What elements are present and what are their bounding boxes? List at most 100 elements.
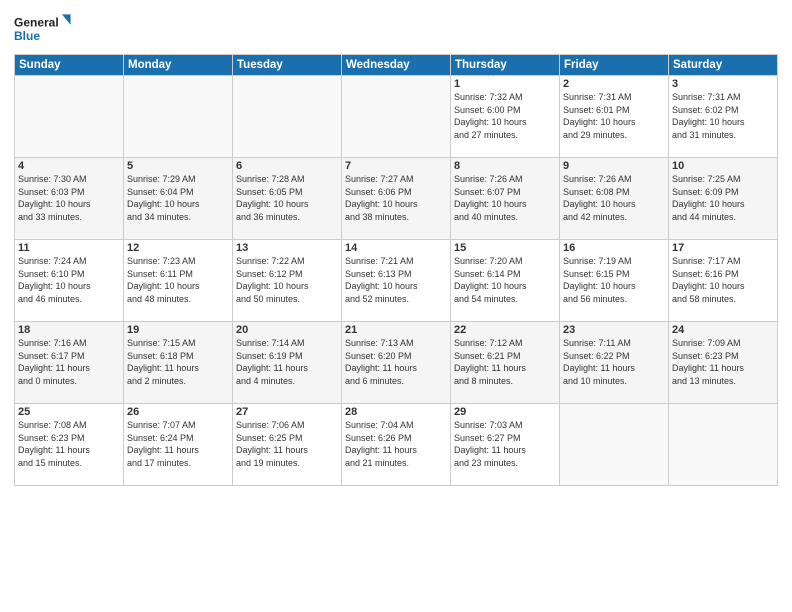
weekday-header-sunday: Sunday — [15, 55, 124, 76]
calendar-cell: 3Sunrise: 7:31 AM Sunset: 6:02 PM Daylig… — [669, 76, 778, 158]
day-info: Sunrise: 7:03 AM Sunset: 6:27 PM Dayligh… — [454, 419, 556, 469]
day-info: Sunrise: 7:28 AM Sunset: 6:05 PM Dayligh… — [236, 173, 338, 223]
calendar-cell: 1Sunrise: 7:32 AM Sunset: 6:00 PM Daylig… — [451, 76, 560, 158]
calendar-cell: 5Sunrise: 7:29 AM Sunset: 6:04 PM Daylig… — [124, 158, 233, 240]
day-info: Sunrise: 7:24 AM Sunset: 6:10 PM Dayligh… — [18, 255, 120, 305]
calendar-cell: 12Sunrise: 7:23 AM Sunset: 6:11 PM Dayli… — [124, 240, 233, 322]
calendar-cell: 26Sunrise: 7:07 AM Sunset: 6:24 PM Dayli… — [124, 404, 233, 486]
week-row-2: 4Sunrise: 7:30 AM Sunset: 6:03 PM Daylig… — [15, 158, 778, 240]
day-info: Sunrise: 7:31 AM Sunset: 6:01 PM Dayligh… — [563, 91, 665, 141]
calendar-cell: 23Sunrise: 7:11 AM Sunset: 6:22 PM Dayli… — [560, 322, 669, 404]
week-row-1: 1Sunrise: 7:32 AM Sunset: 6:00 PM Daylig… — [15, 76, 778, 158]
calendar-cell: 13Sunrise: 7:22 AM Sunset: 6:12 PM Dayli… — [233, 240, 342, 322]
calendar-cell: 8Sunrise: 7:26 AM Sunset: 6:07 PM Daylig… — [451, 158, 560, 240]
calendar-cell: 4Sunrise: 7:30 AM Sunset: 6:03 PM Daylig… — [15, 158, 124, 240]
calendar-cell: 7Sunrise: 7:27 AM Sunset: 6:06 PM Daylig… — [342, 158, 451, 240]
logo-svg: General Blue — [14, 10, 74, 48]
day-info: Sunrise: 7:32 AM Sunset: 6:00 PM Dayligh… — [454, 91, 556, 141]
calendar-cell: 14Sunrise: 7:21 AM Sunset: 6:13 PM Dayli… — [342, 240, 451, 322]
day-info: Sunrise: 7:08 AM Sunset: 6:23 PM Dayligh… — [18, 419, 120, 469]
calendar-cell: 28Sunrise: 7:04 AM Sunset: 6:26 PM Dayli… — [342, 404, 451, 486]
calendar-cell: 10Sunrise: 7:25 AM Sunset: 6:09 PM Dayli… — [669, 158, 778, 240]
day-number: 14 — [345, 242, 447, 254]
calendar-cell: 24Sunrise: 7:09 AM Sunset: 6:23 PM Dayli… — [669, 322, 778, 404]
day-number: 6 — [236, 160, 338, 172]
day-number: 1 — [454, 78, 556, 90]
svg-text:General: General — [14, 15, 59, 29]
calendar-cell: 15Sunrise: 7:20 AM Sunset: 6:14 PM Dayli… — [451, 240, 560, 322]
day-info: Sunrise: 7:22 AM Sunset: 6:12 PM Dayligh… — [236, 255, 338, 305]
calendar-cell: 6Sunrise: 7:28 AM Sunset: 6:05 PM Daylig… — [233, 158, 342, 240]
logo: General Blue — [14, 10, 74, 48]
calendar-cell: 29Sunrise: 7:03 AM Sunset: 6:27 PM Dayli… — [451, 404, 560, 486]
day-info: Sunrise: 7:15 AM Sunset: 6:18 PM Dayligh… — [127, 337, 229, 387]
day-number: 28 — [345, 406, 447, 418]
day-number: 26 — [127, 406, 229, 418]
day-number: 22 — [454, 324, 556, 336]
day-number: 27 — [236, 406, 338, 418]
weekday-header-thursday: Thursday — [451, 55, 560, 76]
calendar-cell: 9Sunrise: 7:26 AM Sunset: 6:08 PM Daylig… — [560, 158, 669, 240]
day-info: Sunrise: 7:06 AM Sunset: 6:25 PM Dayligh… — [236, 419, 338, 469]
day-info: Sunrise: 7:11 AM Sunset: 6:22 PM Dayligh… — [563, 337, 665, 387]
calendar-table: SundayMondayTuesdayWednesdayThursdayFrid… — [14, 54, 778, 486]
day-info: Sunrise: 7:30 AM Sunset: 6:03 PM Dayligh… — [18, 173, 120, 223]
day-number: 5 — [127, 160, 229, 172]
day-info: Sunrise: 7:25 AM Sunset: 6:09 PM Dayligh… — [672, 173, 774, 223]
day-number: 8 — [454, 160, 556, 172]
calendar-cell: 2Sunrise: 7:31 AM Sunset: 6:01 PM Daylig… — [560, 76, 669, 158]
day-number: 2 — [563, 78, 665, 90]
day-number: 29 — [454, 406, 556, 418]
calendar-cell: 27Sunrise: 7:06 AM Sunset: 6:25 PM Dayli… — [233, 404, 342, 486]
weekday-header-wednesday: Wednesday — [342, 55, 451, 76]
day-info: Sunrise: 7:29 AM Sunset: 6:04 PM Dayligh… — [127, 173, 229, 223]
week-row-4: 18Sunrise: 7:16 AM Sunset: 6:17 PM Dayli… — [15, 322, 778, 404]
week-row-5: 25Sunrise: 7:08 AM Sunset: 6:23 PM Dayli… — [15, 404, 778, 486]
calendar-cell: 17Sunrise: 7:17 AM Sunset: 6:16 PM Dayli… — [669, 240, 778, 322]
day-info: Sunrise: 7:13 AM Sunset: 6:20 PM Dayligh… — [345, 337, 447, 387]
day-info: Sunrise: 7:12 AM Sunset: 6:21 PM Dayligh… — [454, 337, 556, 387]
calendar-cell: 25Sunrise: 7:08 AM Sunset: 6:23 PM Dayli… — [15, 404, 124, 486]
calendar-cell: 11Sunrise: 7:24 AM Sunset: 6:10 PM Dayli… — [15, 240, 124, 322]
calendar-cell: 18Sunrise: 7:16 AM Sunset: 6:17 PM Dayli… — [15, 322, 124, 404]
day-number: 7 — [345, 160, 447, 172]
day-info: Sunrise: 7:26 AM Sunset: 6:07 PM Dayligh… — [454, 173, 556, 223]
day-number: 23 — [563, 324, 665, 336]
weekday-header-saturday: Saturday — [669, 55, 778, 76]
day-number: 20 — [236, 324, 338, 336]
day-info: Sunrise: 7:09 AM Sunset: 6:23 PM Dayligh… — [672, 337, 774, 387]
day-info: Sunrise: 7:21 AM Sunset: 6:13 PM Dayligh… — [345, 255, 447, 305]
calendar-cell: 21Sunrise: 7:13 AM Sunset: 6:20 PM Dayli… — [342, 322, 451, 404]
page: General Blue SundayMondayTuesdayWednesda… — [0, 0, 792, 612]
calendar-cell — [669, 404, 778, 486]
day-number: 18 — [18, 324, 120, 336]
day-info: Sunrise: 7:23 AM Sunset: 6:11 PM Dayligh… — [127, 255, 229, 305]
day-info: Sunrise: 7:07 AM Sunset: 6:24 PM Dayligh… — [127, 419, 229, 469]
svg-text:Blue: Blue — [14, 29, 40, 43]
day-info: Sunrise: 7:26 AM Sunset: 6:08 PM Dayligh… — [563, 173, 665, 223]
weekday-header-friday: Friday — [560, 55, 669, 76]
header-area: General Blue — [14, 10, 778, 48]
day-number: 17 — [672, 242, 774, 254]
day-info: Sunrise: 7:27 AM Sunset: 6:06 PM Dayligh… — [345, 173, 447, 223]
week-row-3: 11Sunrise: 7:24 AM Sunset: 6:10 PM Dayli… — [15, 240, 778, 322]
calendar-cell: 22Sunrise: 7:12 AM Sunset: 6:21 PM Dayli… — [451, 322, 560, 404]
calendar-cell: 20Sunrise: 7:14 AM Sunset: 6:19 PM Dayli… — [233, 322, 342, 404]
calendar-cell: 16Sunrise: 7:19 AM Sunset: 6:15 PM Dayli… — [560, 240, 669, 322]
day-number: 10 — [672, 160, 774, 172]
day-number: 19 — [127, 324, 229, 336]
calendar-cell — [560, 404, 669, 486]
day-info: Sunrise: 7:16 AM Sunset: 6:17 PM Dayligh… — [18, 337, 120, 387]
day-number: 9 — [563, 160, 665, 172]
day-number: 16 — [563, 242, 665, 254]
day-number: 15 — [454, 242, 556, 254]
day-info: Sunrise: 7:19 AM Sunset: 6:15 PM Dayligh… — [563, 255, 665, 305]
weekday-header-monday: Monday — [124, 55, 233, 76]
day-number: 24 — [672, 324, 774, 336]
day-info: Sunrise: 7:20 AM Sunset: 6:14 PM Dayligh… — [454, 255, 556, 305]
day-number: 11 — [18, 242, 120, 254]
day-info: Sunrise: 7:04 AM Sunset: 6:26 PM Dayligh… — [345, 419, 447, 469]
calendar-cell — [342, 76, 451, 158]
day-info: Sunrise: 7:17 AM Sunset: 6:16 PM Dayligh… — [672, 255, 774, 305]
calendar-cell: 19Sunrise: 7:15 AM Sunset: 6:18 PM Dayli… — [124, 322, 233, 404]
